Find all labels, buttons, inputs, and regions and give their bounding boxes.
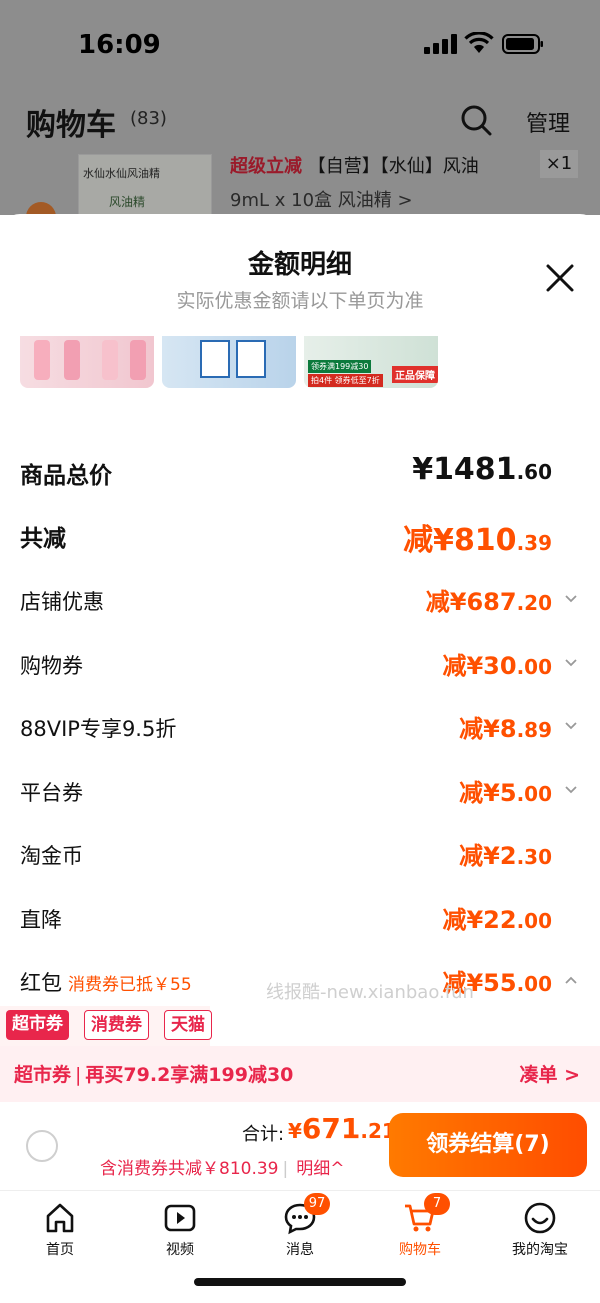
tab-label: 消息 [286,1242,314,1258]
row-amount: 减¥5.00 [459,779,552,807]
product-promo-label: 超级立减 [230,156,302,177]
tab-messages[interactable]: 消息 97 [240,1193,360,1261]
row-direct-discount: 直降 减¥22.00 [20,900,580,940]
manage-button[interactable]: 管理 [526,106,570,138]
search-icon[interactable] [460,104,492,136]
row-label: 店铺优惠 [20,590,104,614]
row-label: 红包 消费券已抵￥55 [20,971,192,995]
row-amount: ¥1481.60 [412,452,552,487]
row-amount: 减¥30.00 [442,652,552,680]
status-time: 16:09 [78,30,161,60]
product-image[interactable] [162,336,296,388]
product-spec[interactable]: 9mL x 10盒 风油精 > [230,186,413,212]
row-shopping-voucher[interactable]: 购物券 减¥30.00 [20,646,580,686]
row-amount: 减¥687.20 [425,588,552,616]
signal-icon [424,34,457,54]
select-all-checkbox[interactable] [26,1130,58,1162]
product-name: 【自营】【水仙】风油 [307,156,479,177]
chevron-down-icon[interactable] [564,658,578,668]
add-items-link[interactable]: 凑单 > [519,1060,580,1087]
tab-home[interactable]: 首页 [0,1197,120,1261]
total-amount: ¥671.21 [288,1112,396,1145]
coupon-tag[interactable]: 天猫 [164,1010,212,1040]
row-store-discount[interactable]: 店铺优惠 减¥687.20 [20,582,580,622]
row-amount: 减¥810.39 [403,523,552,558]
checkout-button[interactable]: 领券结算(7) [389,1113,587,1177]
thumb-caption: 水仙水仙风油精 [83,167,160,180]
consumption-coupon-note: 消费券已抵￥55 [68,975,192,995]
tab-label: 视频 [166,1242,194,1258]
product-image[interactable]: 领券满199减30 拍4件 领券低至7折 正品保障 [304,336,438,388]
tab-profile[interactable]: 我的淘宝 [480,1197,600,1261]
quantity-badge[interactable]: ×1 [540,150,578,178]
row-amount: 减¥8.89 [459,715,552,743]
wifi-icon [464,32,494,53]
total-label: 合计: [242,1124,285,1145]
cart-count: (83) [130,108,167,129]
row-label: 淘金币 [20,844,83,868]
row-label: 88VIP专享9.5折 [20,717,177,741]
discount-summary[interactable]: 含消费券共减￥810.39 | 明细^ [100,1154,344,1179]
tab-cart[interactable]: 购物车 7 [360,1193,480,1261]
tab-label: 我的淘宝 [512,1242,568,1258]
tab-label: 购物车 [399,1242,441,1258]
watermark: 线报酷-new.xianbao.fun [266,982,474,1003]
row-label: 平台券 [20,781,83,805]
row-amount: 减¥2.30 [459,842,552,870]
checkout-bar: 合计: ¥671.21 含消费券共减￥810.39 | 明细^ 领券结算(7) [0,1102,600,1190]
product-title[interactable]: 超级立减 【自营】【水仙】风油 [230,152,479,178]
banner-authentic-badge: 正品保障 [392,366,438,383]
status-bar: 16:09 [0,0,600,90]
tab-video[interactable]: 视频 [120,1197,240,1261]
sheet-title: 金额明细 [247,250,352,280]
row-total-discount: 共减 减¥810.39 [20,515,580,558]
home-indicator [194,1278,406,1286]
row-label: 共减 [20,526,66,552]
product-image[interactable] [20,336,154,388]
message-badge: 97 [304,1193,330,1215]
tab-bar: 首页 视频 消息 97 购物车 7 我的淘宝 [0,1190,600,1303]
row-taojinbi: 淘金币 减¥2.30 [20,836,580,876]
chevron-down-icon[interactable] [564,785,578,795]
close-icon[interactable] [544,262,576,294]
video-icon [164,1204,196,1232]
sheet-subtitle: 实际优惠金额请以下单页为准 [176,290,424,312]
banner-discount-text: 拍4件 领券低至7折 [308,374,383,387]
product-thumbnail[interactable]: 水仙水仙风油精 风油精 [78,154,212,215]
profile-icon [524,1202,556,1234]
battery-icon [502,34,543,54]
chevron-up-icon[interactable] [564,975,578,985]
row-subtotal: 商品总价 ¥1481.60 [20,452,580,492]
row-vip-discount[interactable]: 88VIP专享9.5折 减¥8.89 [20,709,580,749]
coupon-tag[interactable]: 消费券 [84,1010,149,1040]
coupon-tag[interactable]: 超市券 [6,1010,69,1040]
detail-toggle[interactable]: 明细^ [296,1159,344,1179]
thumb-logo-text: 风油精 [109,195,146,209]
row-amount: 减¥22.00 [442,906,552,934]
background-cart-page: 购物车 (83) 管理 水仙水仙风油精 风油精 超级立减 【自营】【水仙】风油 … [0,90,600,215]
chevron-down-icon[interactable] [564,721,578,731]
promo-text: 超市券 | 再买79.2享满199减30 [14,1064,294,1086]
promo-bar[interactable]: 超市券 | 再买79.2享满199减30 凑单 > [0,1046,600,1102]
row-label: 直降 [20,908,62,932]
home-icon [46,1203,74,1233]
row-platform-coupon[interactable]: 平台券 减¥5.00 [20,773,580,813]
banner-coupon-text: 领券满199减30 [308,360,372,373]
row-label: 商品总价 [20,463,112,489]
cart-title: 购物车 [26,108,116,143]
chevron-down-icon[interactable] [564,594,578,604]
tab-label: 首页 [46,1242,74,1258]
row-label: 购物券 [20,654,83,678]
coupon-tags: 超市券 消费券 天猫 [0,1006,212,1046]
cart-badge: 7 [424,1193,450,1215]
